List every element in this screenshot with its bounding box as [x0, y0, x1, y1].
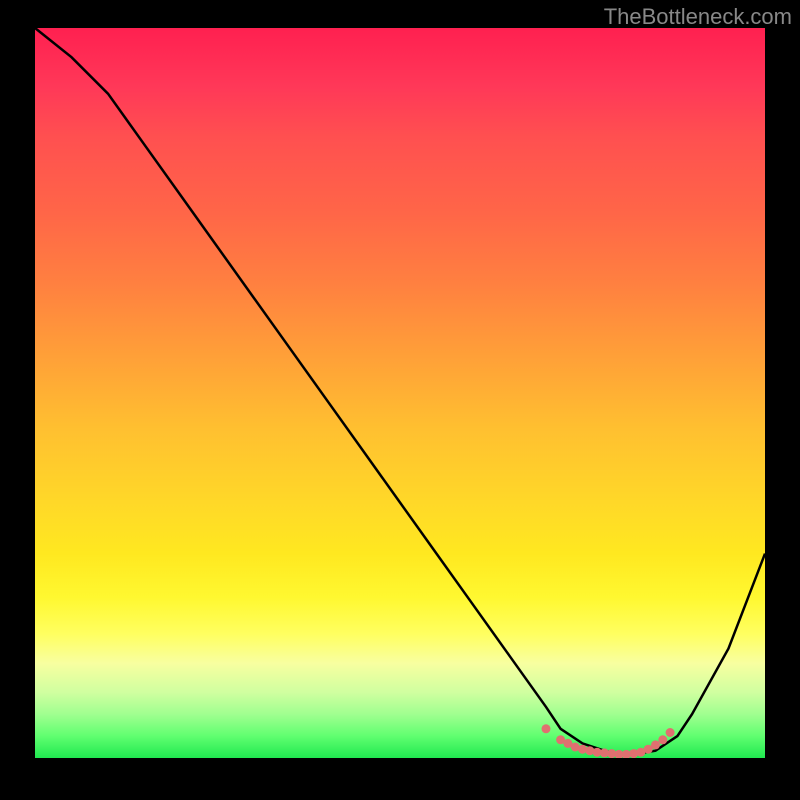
chart-area: [35, 28, 765, 758]
watermark-text: TheBottleneck.com: [604, 4, 792, 30]
chart-svg: [35, 28, 765, 758]
highlight-dot: [658, 735, 667, 744]
highlight-dot: [651, 740, 660, 749]
highlight-dot: [542, 724, 551, 733]
highlight-dot: [666, 728, 675, 737]
bottleneck-curve-line: [35, 28, 765, 754]
